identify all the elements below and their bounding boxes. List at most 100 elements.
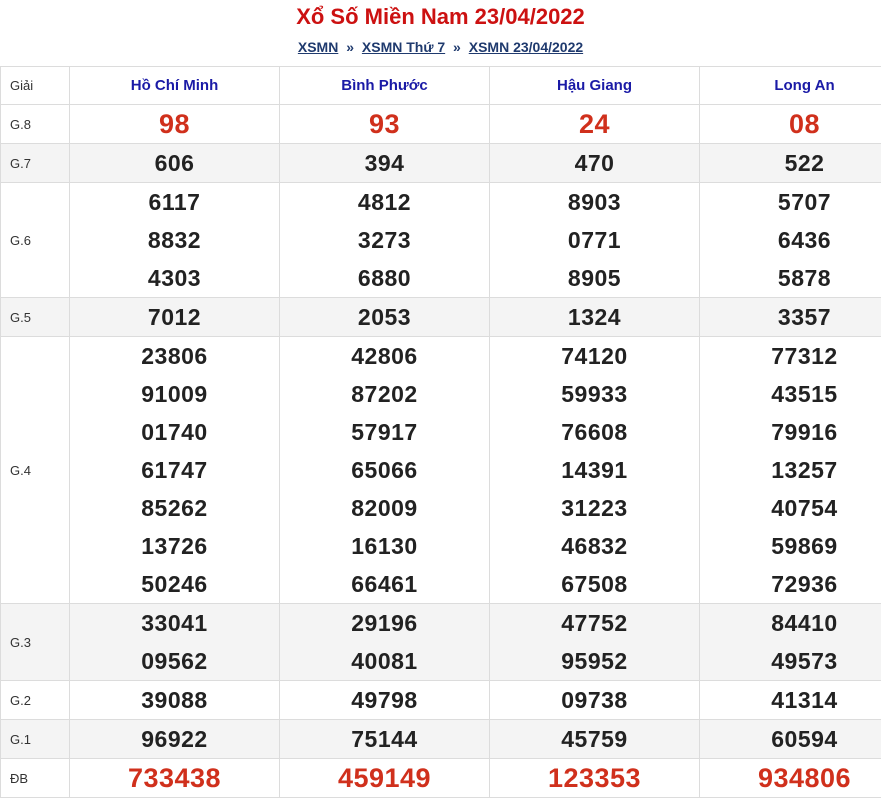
breadcrumb-link-xsmn-weekday[interactable]: XSMN Thứ 7 bbox=[362, 39, 445, 55]
winning-number: 606 bbox=[70, 144, 279, 182]
winning-number: 96922 bbox=[70, 720, 279, 758]
prize-label: G.6 bbox=[1, 183, 70, 298]
winning-number: 7012 bbox=[70, 298, 279, 336]
result-cell-long-an: 77312435157991613257407545986972936 bbox=[700, 337, 881, 604]
result-cell-hau-giang: 45759 bbox=[490, 720, 700, 759]
winning-number: 41314 bbox=[700, 681, 881, 719]
result-cell-hau-giang: 09738 bbox=[490, 681, 700, 720]
winning-number: 67508 bbox=[490, 565, 699, 603]
winning-number: 61747 bbox=[70, 451, 279, 489]
breadcrumb-separator: » bbox=[453, 39, 461, 55]
winning-number: 1324 bbox=[490, 298, 699, 336]
result-cell-ho-chi-minh: 96922 bbox=[70, 720, 280, 759]
result-cell-ho-chi-minh: 606 bbox=[70, 144, 280, 183]
winning-number: 23806 bbox=[70, 337, 279, 375]
winning-number: 29196 bbox=[280, 604, 489, 642]
province-header-binh-phuoc: Bình Phước bbox=[280, 67, 490, 105]
winning-number: 66461 bbox=[280, 565, 489, 603]
winning-number: 08 bbox=[700, 105, 881, 143]
winning-number: 24 bbox=[490, 105, 699, 143]
prize-row: G.196922751444575960594 bbox=[1, 720, 881, 759]
result-cell-hau-giang: 890307718905 bbox=[490, 183, 700, 298]
prize-row: G.7606394470522 bbox=[1, 144, 881, 183]
result-cell-ho-chi-minh: 98 bbox=[70, 105, 280, 144]
prize-label: G.4 bbox=[1, 337, 70, 604]
winning-number: 49573 bbox=[700, 642, 881, 680]
winning-number: 77312 bbox=[700, 337, 881, 375]
prize-row: G.42380691009017406174785262137265024642… bbox=[1, 337, 881, 604]
breadcrumb: XSMN » XSMN Thứ 7 » XSMN 23/04/2022 bbox=[0, 37, 881, 57]
breadcrumb-link-xsmn-date[interactable]: XSMN 23/04/2022 bbox=[469, 39, 583, 55]
prize-column-header: Giải bbox=[1, 67, 70, 105]
result-cell-ho-chi-minh: 611788324303 bbox=[70, 183, 280, 298]
result-cell-ho-chi-minh: 733438 bbox=[70, 759, 280, 798]
winning-number: 459149 bbox=[280, 759, 489, 797]
winning-number: 522 bbox=[700, 144, 881, 182]
winning-number: 8832 bbox=[70, 221, 279, 259]
winning-number: 394 bbox=[280, 144, 489, 182]
result-cell-hau-giang: 123353 bbox=[490, 759, 700, 798]
result-cell-hau-giang: 74120599337660814391312234683267508 bbox=[490, 337, 700, 604]
winning-number: 82009 bbox=[280, 489, 489, 527]
result-cell-long-an: 8441049573 bbox=[700, 604, 881, 681]
result-cell-long-an: 570764365878 bbox=[700, 183, 881, 298]
winning-number: 79916 bbox=[700, 413, 881, 451]
winning-number: 40754 bbox=[700, 489, 881, 527]
result-cell-hau-giang: 470 bbox=[490, 144, 700, 183]
result-cell-ho-chi-minh: 3304109562 bbox=[70, 604, 280, 681]
winning-number: 14391 bbox=[490, 451, 699, 489]
breadcrumb-link-xsmn[interactable]: XSMN bbox=[298, 39, 338, 55]
result-cell-ho-chi-minh: 7012 bbox=[70, 298, 280, 337]
winning-number: 91009 bbox=[70, 375, 279, 413]
result-cell-binh-phuoc: 2919640081 bbox=[280, 604, 490, 681]
winning-number: 50246 bbox=[70, 565, 279, 603]
winning-number: 59933 bbox=[490, 375, 699, 413]
winning-number: 49798 bbox=[280, 681, 489, 719]
prize-label: G.3 bbox=[1, 604, 70, 681]
winning-number: 16130 bbox=[280, 527, 489, 565]
winning-number: 93 bbox=[280, 105, 489, 143]
prize-label: G.1 bbox=[1, 720, 70, 759]
result-cell-binh-phuoc: 93 bbox=[280, 105, 490, 144]
winning-number: 85262 bbox=[70, 489, 279, 527]
result-cell-binh-phuoc: 459149 bbox=[280, 759, 490, 798]
winning-number: 84410 bbox=[700, 604, 881, 642]
result-cell-ho-chi-minh: 39088 bbox=[70, 681, 280, 720]
breadcrumb-separator: » bbox=[346, 39, 354, 55]
winning-number: 5878 bbox=[700, 259, 881, 297]
result-cell-binh-phuoc: 394 bbox=[280, 144, 490, 183]
winning-number: 01740 bbox=[70, 413, 279, 451]
result-cell-binh-phuoc: 49798 bbox=[280, 681, 490, 720]
winning-number: 2053 bbox=[280, 298, 489, 336]
result-cell-binh-phuoc: 481232736880 bbox=[280, 183, 490, 298]
winning-number: 46832 bbox=[490, 527, 699, 565]
winning-number: 95952 bbox=[490, 642, 699, 680]
winning-number: 98 bbox=[70, 105, 279, 143]
table-header-row: Giải Hồ Chí Minh Bình Phước Hậu Giang Lo… bbox=[1, 67, 881, 105]
winning-number: 6436 bbox=[700, 221, 881, 259]
winning-number: 47752 bbox=[490, 604, 699, 642]
winning-number: 74120 bbox=[490, 337, 699, 375]
winning-number: 3357 bbox=[700, 298, 881, 336]
result-cell-long-an: 934806 bbox=[700, 759, 881, 798]
winning-number: 09562 bbox=[70, 642, 279, 680]
winning-number: 59869 bbox=[700, 527, 881, 565]
result-cell-long-an: 60594 bbox=[700, 720, 881, 759]
winning-number: 65066 bbox=[280, 451, 489, 489]
result-cell-binh-phuoc: 75144 bbox=[280, 720, 490, 759]
winning-number: 40081 bbox=[280, 642, 489, 680]
winning-number: 4812 bbox=[280, 183, 489, 221]
result-cell-long-an: 3357 bbox=[700, 298, 881, 337]
province-header-ho-chi-minh: Hồ Chí Minh bbox=[70, 67, 280, 105]
prize-label: G.5 bbox=[1, 298, 70, 337]
winning-number: 75144 bbox=[280, 720, 489, 758]
winning-number: 43515 bbox=[700, 375, 881, 413]
winning-number: 470 bbox=[490, 144, 699, 182]
winning-number: 8905 bbox=[490, 259, 699, 297]
prize-row: G.239088497980973841314 bbox=[1, 681, 881, 720]
prize-row: G.33304109562291964008147752959528441049… bbox=[1, 604, 881, 681]
results-header: Xổ Số Miền Nam 23/04/2022 XSMN » XSMN Th… bbox=[0, 0, 881, 66]
winning-number: 42806 bbox=[280, 337, 489, 375]
result-cell-long-an: 41314 bbox=[700, 681, 881, 720]
result-cell-hau-giang: 24 bbox=[490, 105, 700, 144]
